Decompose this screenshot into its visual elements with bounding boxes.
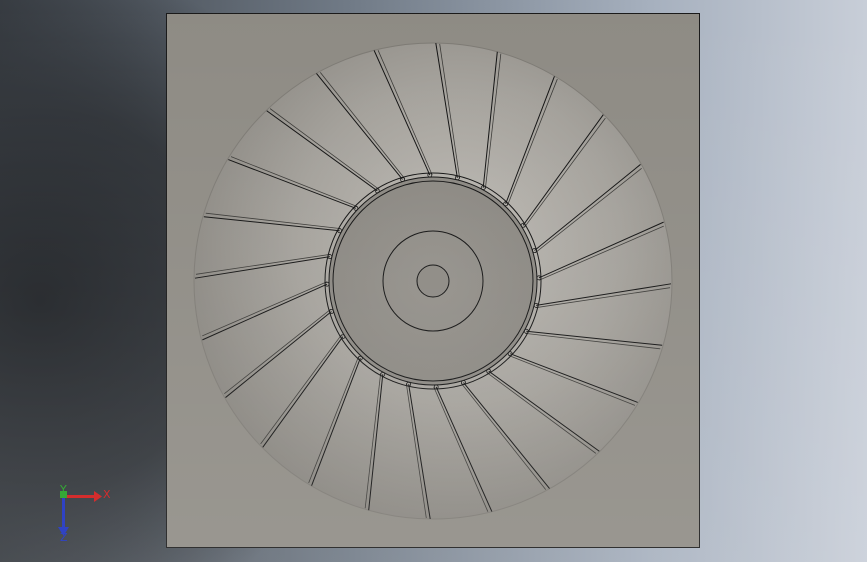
axis-triad: X Y Z bbox=[50, 482, 120, 547]
graphics-viewport[interactable]: X Y Z bbox=[0, 0, 867, 562]
x-axis-icon bbox=[64, 495, 94, 498]
shaft-hole bbox=[416, 264, 450, 298]
impeller-model[interactable] bbox=[0, 0, 867, 562]
z-axis-icon bbox=[62, 498, 65, 528]
x-arrow-icon bbox=[94, 491, 102, 502]
z-axis-label: Z bbox=[60, 531, 68, 544]
y-axis-label: Y bbox=[60, 483, 67, 496]
x-axis-label: X bbox=[103, 488, 111, 501]
